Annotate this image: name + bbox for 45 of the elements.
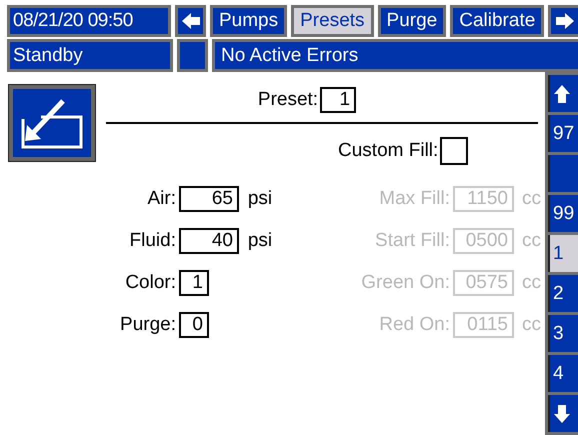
field-label: Start Fill: bbox=[375, 230, 450, 252]
preset-field[interactable]: 1 bbox=[320, 87, 356, 113]
preset-label: Preset: bbox=[258, 89, 318, 111]
field-label: Air: bbox=[148, 188, 176, 210]
scroll-up-button[interactable] bbox=[548, 75, 578, 112]
field-label: Green On: bbox=[361, 272, 450, 294]
up-arrow-icon bbox=[553, 84, 571, 104]
date-time: 08/21/20 09:50 bbox=[7, 5, 172, 37]
custom-fill-checkbox[interactable] bbox=[440, 137, 468, 165]
input-field[interactable]: 40 bbox=[179, 228, 239, 254]
tab[interactable]: Purge bbox=[378, 5, 446, 37]
preset-list-item[interactable]: 3 bbox=[548, 315, 578, 352]
next-button[interactable] bbox=[548, 5, 578, 37]
error-status: No Active Errors bbox=[212, 39, 578, 72]
field-label: Red On: bbox=[379, 314, 450, 336]
preset-list-item[interactable]: 1 bbox=[548, 235, 578, 272]
preset-list-item[interactable]: 97 bbox=[548, 115, 578, 152]
preset-list-item[interactable]: 4 bbox=[548, 355, 578, 392]
field-label: Purge: bbox=[120, 314, 176, 336]
field-label: Color: bbox=[125, 272, 176, 294]
scroll-down-button[interactable] bbox=[548, 395, 578, 432]
preset-list-item[interactable]: 99 bbox=[548, 195, 578, 232]
field-label: Max Fill: bbox=[379, 188, 450, 210]
edit-button[interactable] bbox=[9, 85, 95, 161]
input-field[interactable]: 0 bbox=[179, 312, 209, 338]
right-arrow-icon bbox=[554, 12, 575, 30]
status-mode: Standby bbox=[7, 39, 173, 72]
previous-button[interactable] bbox=[175, 5, 206, 37]
unit-label: cc bbox=[522, 188, 541, 210]
unit-label: psi bbox=[248, 230, 272, 252]
unit-label: cc bbox=[522, 314, 541, 336]
tab[interactable]: Presets bbox=[291, 5, 374, 37]
tab[interactable]: Calibrate bbox=[450, 5, 544, 37]
unit-label: cc bbox=[522, 272, 541, 294]
input-field[interactable]: 65 bbox=[179, 186, 239, 212]
unit-label: psi bbox=[248, 188, 272, 210]
left-arrow-icon bbox=[180, 12, 201, 30]
input-field[interactable]: 1 bbox=[179, 270, 209, 296]
tab[interactable]: Pumps bbox=[210, 5, 288, 37]
custom-fill-label: Custom Fill: bbox=[338, 140, 438, 162]
unit-label: cc bbox=[522, 230, 541, 252]
field-label: Fluid: bbox=[130, 230, 176, 252]
down-arrow-icon bbox=[553, 404, 571, 424]
status-indicator bbox=[177, 39, 208, 72]
preset-list-item[interactable]: 2 bbox=[548, 275, 578, 312]
